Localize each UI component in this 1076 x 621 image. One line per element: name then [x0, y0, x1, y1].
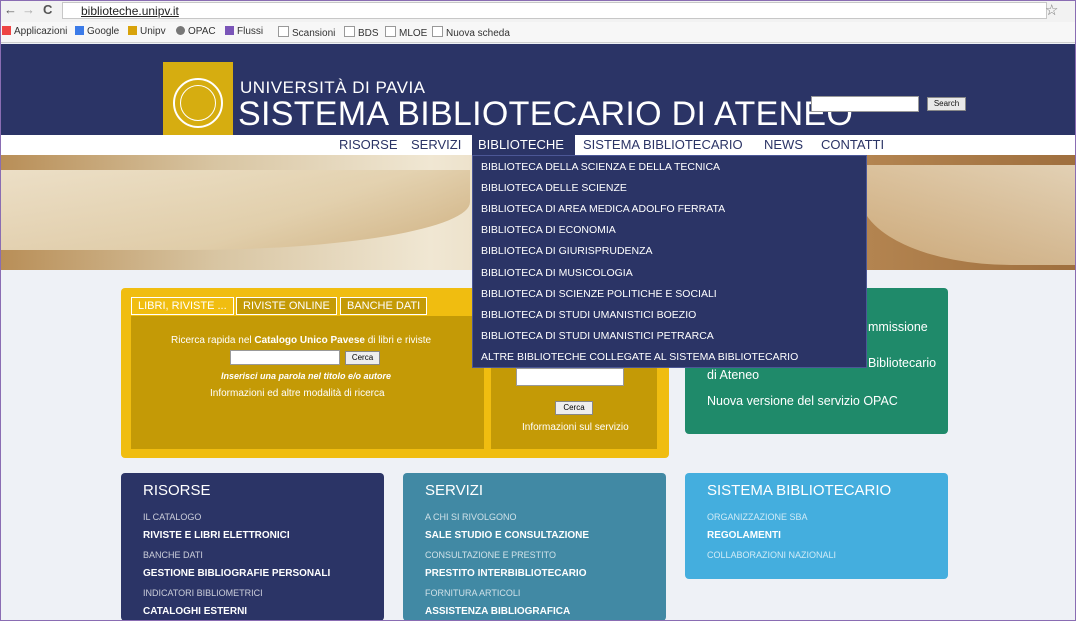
- sistema-box: SISTEMA BIBLIOTECARIO ORGANIZZAZIONE SBA…: [685, 473, 948, 579]
- dropdown-item[interactable]: BIBLIOTECA DELLA SCIENZA E DELLA TECNICA: [481, 161, 720, 173]
- page-icon: [344, 26, 355, 37]
- servizi-link[interactable]: CONSULTAZIONE E PRESTITO: [425, 550, 556, 560]
- dropdown-item[interactable]: BIBLIOTECA DI GIURISPRUDENZA: [481, 245, 653, 257]
- bookmark-google[interactable]: Google: [75, 26, 119, 37]
- tab-banche-dati[interactable]: BANCHE DATI: [340, 297, 428, 315]
- quick-search-intro: Ricerca rapida nel Catalogo Unico Pavese…: [171, 335, 432, 346]
- back-button[interactable]: ←: [4, 2, 17, 17]
- bookmark-opac[interactable]: OPAC: [176, 26, 216, 37]
- secondary-search-input[interactable]: [516, 368, 624, 386]
- bookmark-scansioni[interactable]: Scansioni: [278, 26, 335, 39]
- url-text: biblioteche.unipv.it: [81, 4, 179, 18]
- site-title: SISTEMA BIBLIOTECARIO DI ATENEO: [238, 95, 854, 133]
- site-search-button[interactable]: Search: [927, 97, 966, 111]
- dropdown-item[interactable]: ALTRE BIBLIOTECHE COLLEGATE AL SISTEMA B…: [481, 351, 798, 363]
- bookmark-applicazioni[interactable]: Applicazioni: [2, 26, 67, 37]
- servizi-link[interactable]: SALE STUDIO E CONSULTAZIONE: [425, 530, 589, 541]
- servizi-box: SERVIZI A CHI SI RIVOLGONO SALE STUDIO E…: [403, 473, 666, 621]
- menu-biblioteche[interactable]: BIBLIOTECHE: [478, 137, 564, 152]
- reload-button[interactable]: C: [43, 2, 52, 17]
- sistema-title: SISTEMA BIBLIOTECARIO: [707, 482, 892, 499]
- menu-risorse[interactable]: RISORSE: [339, 137, 398, 152]
- quick-search-input[interactable]: [230, 350, 340, 365]
- bookmark-nuova-scheda[interactable]: Nuova scheda: [432, 26, 510, 39]
- search-hint: Inserisci una parola nel titolo e/o auto…: [221, 371, 392, 381]
- bookmarks-bar: Applicazioni Google Unipv OPAC Flussi Sc…: [0, 22, 1076, 43]
- tab-libri-riviste[interactable]: LIBRI, RIVISTE ...: [131, 297, 234, 315]
- sistema-link[interactable]: REGOLAMENTI: [707, 530, 781, 541]
- risorse-link[interactable]: INDICATORI BIBLIOMETRICI: [143, 588, 263, 598]
- servizi-link[interactable]: ASSISTENZA BIBLIOGRAFICA: [425, 606, 570, 617]
- dropdown-item[interactable]: BIBLIOTECA DI STUDI UMANISTICI BOEZIO: [481, 309, 696, 321]
- menu-news[interactable]: NEWS: [764, 137, 803, 152]
- address-bar[interactable]: biblioteche.unipv.it: [62, 2, 1047, 19]
- forward-button[interactable]: →: [22, 2, 35, 17]
- dropdown-item[interactable]: BIBLIOTECA DELLE SCIENZE: [481, 182, 627, 194]
- risorse-link[interactable]: BANCHE DATI: [143, 550, 203, 560]
- servizi-link[interactable]: A CHI SI RIVOLGONO: [425, 512, 517, 522]
- menu-contatti[interactable]: CONTATTI: [821, 137, 884, 152]
- flussi-icon: [225, 26, 234, 35]
- page-icon: [278, 26, 289, 37]
- servizi-link[interactable]: PRESTITO INTERBIBLIOTECARIO: [425, 568, 587, 579]
- bookmark-mloe[interactable]: MLOE: [385, 26, 427, 39]
- apps-icon: [2, 26, 11, 35]
- browser-toolbar: ← → C biblioteche.unipv.it ☆: [0, 0, 1076, 23]
- tab-riviste-online[interactable]: RIVISTE ONLINE: [236, 297, 337, 315]
- unipv-icon: [128, 26, 137, 35]
- dropdown-item[interactable]: BIBLIOTECA DI ECONOMIA: [481, 224, 616, 236]
- menu-servizi[interactable]: SERVIZI: [411, 137, 461, 152]
- bookmark-star-icon[interactable]: ☆: [1045, 1, 1058, 19]
- google-icon: [75, 26, 84, 35]
- seal-inner-icon: [180, 85, 216, 121]
- news-item-2a[interactable]: Bibliotecario: [868, 356, 936, 370]
- biblioteche-dropdown: BIBLIOTECA DELLA SCIENZA E DELLA TECNICA…: [472, 155, 867, 368]
- catalog-link[interactable]: Catalogo Unico Pavese: [254, 335, 365, 346]
- site-search-input[interactable]: [811, 96, 919, 112]
- secondary-search-button[interactable]: Cerca: [555, 401, 593, 415]
- menu-sistema-bibliotecario[interactable]: SISTEMA BIBLIOTECARIO: [583, 137, 743, 152]
- sistema-link[interactable]: ORGANIZZAZIONE SBA: [707, 512, 808, 522]
- search-info-link[interactable]: Informazioni ed altre modalità di ricerc…: [210, 388, 385, 399]
- risorse-link[interactable]: CATALOGHI ESTERNI: [143, 606, 247, 617]
- bookmark-unipv[interactable]: Unipv: [128, 26, 166, 37]
- opac-icon: [176, 26, 185, 35]
- news-item-1[interactable]: mmissione: [868, 320, 928, 334]
- news-item-2b[interactable]: di Ateneo: [707, 368, 759, 382]
- risorse-link[interactable]: RIVISTE E LIBRI ELETTRONICI: [143, 530, 290, 541]
- page-icon: [432, 26, 443, 37]
- risorse-link[interactable]: IL CATALOGO: [143, 512, 201, 522]
- dropdown-item[interactable]: BIBLIOTECA DI MUSICOLOGIA: [481, 267, 633, 279]
- news-item-3[interactable]: Nuova versione del servizio OPAC: [707, 394, 898, 408]
- bookmark-flussi[interactable]: Flussi: [225, 26, 263, 37]
- page-icon: [385, 26, 396, 37]
- servizi-link[interactable]: FORNITURA ARTICOLI: [425, 588, 520, 598]
- risorse-link[interactable]: GESTIONE BIBLIOGRAFIE PERSONALI: [143, 568, 330, 579]
- dropdown-item[interactable]: BIBLIOTECA DI STUDI UMANISTICI PETRARCA: [481, 330, 714, 342]
- risorse-title: RISORSE: [143, 482, 211, 499]
- service-info-link[interactable]: Informazioni sul servizio: [522, 422, 629, 433]
- dropdown-item[interactable]: BIBLIOTECA DI SCIENZE POLITICHE E SOCIAL…: [481, 288, 717, 300]
- sistema-link[interactable]: COLLABORAZIONI NAZIONALI: [707, 550, 836, 560]
- bookmark-bds[interactable]: BDS: [344, 26, 379, 39]
- servizi-title: SERVIZI: [425, 482, 484, 499]
- dropdown-item[interactable]: BIBLIOTECA DI AREA MEDICA ADOLFO FERRATA: [481, 203, 725, 215]
- risorse-box: RISORSE IL CATALOGO RIVISTE E LIBRI ELET…: [121, 473, 384, 621]
- quick-search-button[interactable]: Cerca: [345, 351, 380, 365]
